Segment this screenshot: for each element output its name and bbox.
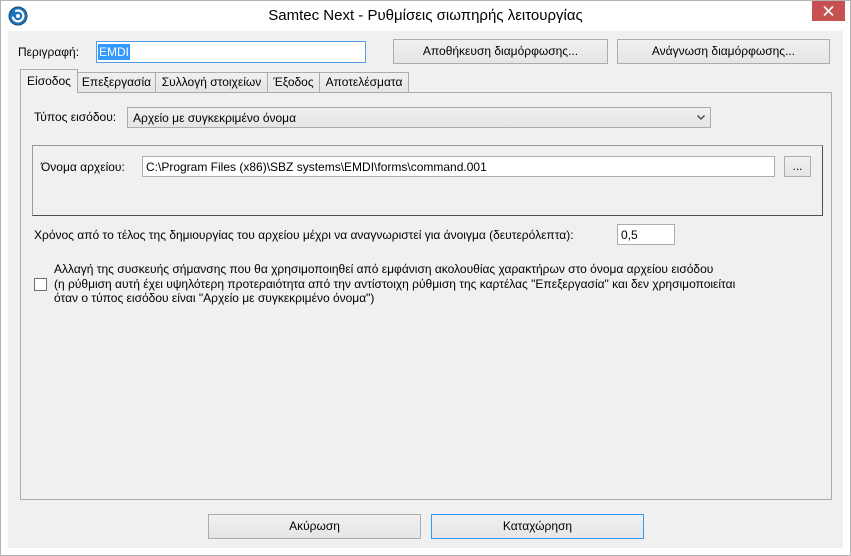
file-name-input[interactable]	[142, 156, 775, 177]
settings-window: Samtec Next - Ρυθμίσεις σιωπηρής λειτουρ…	[0, 0, 851, 556]
dialog-client-area: Περιγραφή: EMDI Αποθήκευση διαμόρφωσης..…	[8, 31, 843, 548]
window-title: Samtec Next - Ρυθμίσεις σιωπηρής λειτουρ…	[268, 7, 583, 24]
description-label: Περιγραφή:	[18, 45, 80, 59]
input-type-selected-value: Αρχείο με συγκεκριμένο όνομα	[133, 111, 297, 125]
tab-label: Επεξεργασία	[81, 75, 152, 89]
tab-panel-input: Τύπος εισόδου: Αρχείο με συγκεκριμένο όν…	[20, 92, 832, 500]
ok-button[interactable]: Καταχώρηση	[431, 514, 644, 539]
checkbox-label-line: (η ρύθμιση αυτή έχει υψηλότερη προτεραιό…	[54, 276, 736, 291]
close-button[interactable]	[812, 1, 845, 21]
tab-output[interactable]: Έξοδος	[267, 72, 320, 92]
tab-data-collection[interactable]: Συλλογή στοιχείων	[155, 72, 268, 92]
description-input[interactable]: EMDI	[96, 41, 366, 63]
tab-results[interactable]: Αποτελέσματα	[319, 72, 409, 92]
input-type-label: Τύπος εισόδου:	[34, 110, 117, 124]
marker-device-checkbox[interactable]: Αλλαγή της συσκευής σήμανσης που θα χρησ…	[34, 262, 794, 306]
samtec-app-icon[interactable]	[8, 6, 28, 26]
description-selected-text: EMDI	[98, 44, 130, 60]
title-bar[interactable]: Samtec Next - Ρυθμίσεις σιωπηρής λειτουρ…	[0, 0, 851, 31]
read-configuration-button[interactable]: Ανάγνωση διαμόρφωσης...	[617, 39, 830, 64]
tab-processing[interactable]: Επεξεργασία	[77, 72, 156, 92]
close-icon	[823, 6, 834, 16]
browse-button[interactable]: ...	[784, 156, 811, 177]
marker-device-checkbox-label: Αλλαγή της συσκευής σήμανσης που θα χρησ…	[54, 262, 735, 306]
file-name-label: Όνομα αρχείου:	[41, 160, 125, 174]
wait-time-label: Χρόνος από το τέλος της δημιουργίας του …	[34, 228, 574, 242]
file-name-group: Όνομα αρχείου: ...	[32, 145, 823, 216]
chevron-down-icon	[697, 115, 705, 120]
cancel-button[interactable]: Ακύρωση	[208, 514, 421, 539]
tab-label: Είσοδος	[27, 74, 71, 88]
input-type-select[interactable]: Αρχείο με συγκεκριμένο όνομα	[127, 107, 711, 128]
checkbox-label-line: Αλλαγή της συσκευής σήμανσης που θα χρησ…	[54, 262, 714, 276]
checkbox-box[interactable]	[34, 278, 47, 291]
tab-label: Συλλογή στοιχείων	[161, 75, 262, 89]
tab-label: Αποτελέσματα	[325, 75, 403, 89]
tab-label: Έξοδος	[273, 75, 314, 89]
tab-input[interactable]: Είσοδος	[20, 69, 78, 93]
checkbox-label-line: όταν ο τύπος εισόδου είναι "Αρχείο με συ…	[54, 291, 375, 305]
save-configuration-button[interactable]: Αποθήκευση διαμόρφωσης...	[393, 39, 608, 64]
wait-time-input[interactable]	[617, 224, 675, 245]
